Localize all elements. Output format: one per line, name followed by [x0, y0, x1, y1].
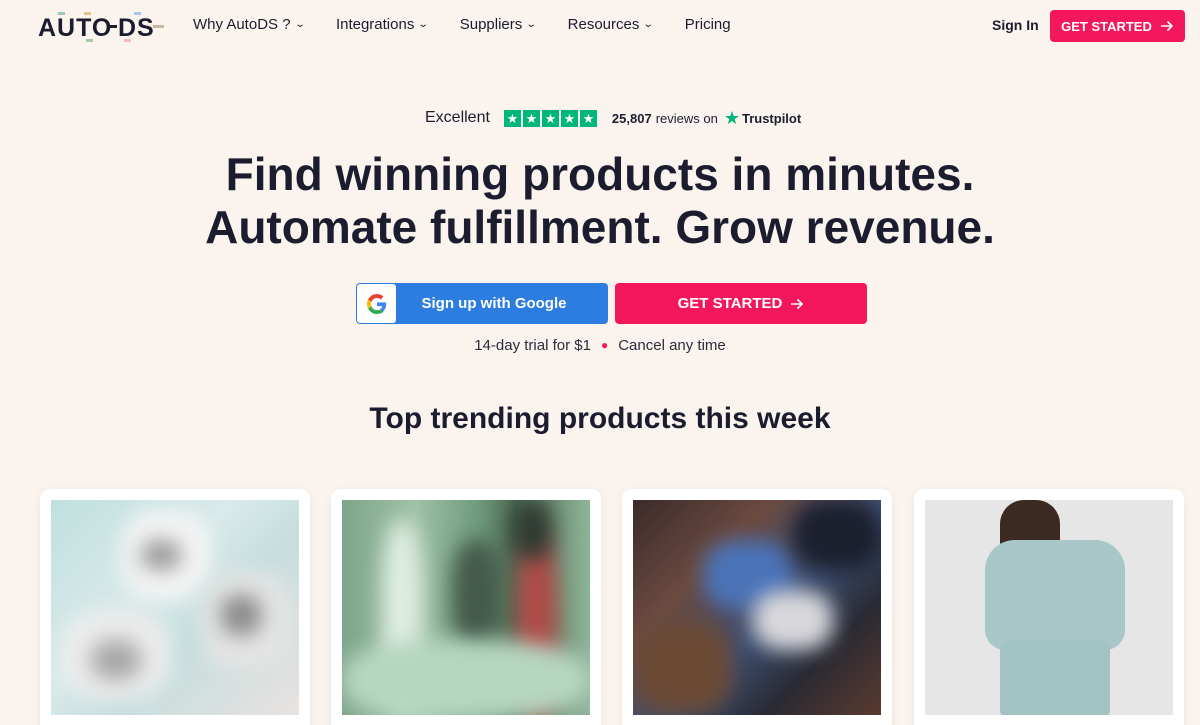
svg-text:DS: DS — [118, 14, 155, 42]
rating-word: Excellent — [425, 109, 490, 126]
product-image — [51, 500, 299, 715]
star-icon: ★ — [560, 109, 578, 127]
nav-links: Why AutoDS ? ⌄ Integrations ⌄ Suppliers … — [193, 16, 763, 33]
svg-text:AUTO: AUTO — [38, 14, 112, 42]
star-icon: ★ — [503, 109, 521, 127]
star-icon: ★ — [579, 109, 597, 127]
trustpilot-brand: Trustpilot — [741, 110, 802, 126]
chevron-down-icon: ⌄ — [526, 19, 537, 30]
nav-why-autods[interactable]: Why AutoDS ? ⌄ — [193, 16, 306, 33]
nav-integrations-label: Integrations — [335, 16, 415, 33]
star-icon: ★ — [522, 109, 540, 127]
model-sweatpants — [1000, 640, 1110, 715]
headline-line-1: Find winning products in minutes. — [225, 148, 975, 200]
hero-headline: Find winning products in minutes. Automa… — [0, 148, 1200, 254]
google-signup-label: Sign up with Google — [421, 295, 567, 312]
nav-resources[interactable]: Resources ⌄ — [567, 16, 655, 33]
trustpilot-star-icon: ★ — [723, 107, 740, 128]
autods-logo[interactable]: AUTO DS — [38, 12, 166, 42]
product-card[interactable] — [914, 489, 1184, 725]
trial-text: 14-day trial for $1 — [474, 337, 591, 354]
sign-in-link[interactable]: Sign In — [992, 17, 1039, 33]
chevron-down-icon: ⌄ — [418, 19, 429, 30]
model-sweatshirt — [985, 540, 1125, 650]
review-count: 25,807 — [611, 110, 652, 126]
product-image — [633, 500, 881, 715]
nav-get-started-button[interactable]: GET STARTED — [1050, 10, 1185, 42]
chevron-down-icon: ⌄ — [294, 19, 306, 30]
product-card[interactable] — [331, 489, 601, 725]
cancel-text: Cancel any time — [618, 337, 726, 354]
arrow-right-icon — [791, 298, 804, 309]
nav-get-started-label: GET STARTED — [1061, 18, 1152, 34]
hero-get-started-label: GET STARTED — [677, 295, 783, 312]
arrow-right-icon — [1160, 20, 1174, 32]
trending-section-title: Top trending products this week — [369, 402, 831, 435]
product-image — [925, 500, 1173, 715]
rating-stars: ★ ★ ★ ★ ★ — [503, 109, 597, 127]
autods-logo-mark: AUTO DS — [38, 12, 164, 42]
reviews-on-text: reviews on — [655, 110, 718, 126]
trial-info: 14-day trial for $1 ● Cancel any time — [0, 337, 1200, 354]
product-card[interactable] — [622, 489, 892, 725]
star-icon: ★ — [541, 109, 559, 127]
nav-suppliers-label: Suppliers — [459, 16, 523, 33]
google-signup-button[interactable]: Sign up with Google — [356, 283, 608, 324]
trustpilot-rating[interactable]: Excellent ★ ★ ★ ★ ★ 25,807 reviews on ★ … — [425, 108, 801, 128]
top-navigation: AUTO DS Why AutoDS ? ⌄ Integrations ⌄ Su… — [0, 0, 1200, 54]
nav-pricing-label: Pricing — [684, 16, 731, 33]
product-card[interactable] — [40, 489, 310, 725]
chevron-down-icon: ⌄ — [643, 19, 655, 30]
nav-pricing[interactable]: Pricing — [685, 16, 731, 33]
nav-suppliers[interactable]: Suppliers ⌄ — [459, 16, 537, 33]
separator-dot: ● — [600, 338, 609, 352]
product-image — [342, 500, 590, 715]
hero-get-started-button[interactable]: GET STARTED — [615, 283, 867, 324]
nav-why-autods-label: Why AutoDS ? — [193, 16, 291, 33]
google-g-icon — [357, 284, 396, 323]
headline-line-2: Automate fulfillment. Grow revenue. — [205, 201, 995, 253]
nav-resources-label: Resources — [567, 16, 640, 33]
nav-integrations[interactable]: Integrations ⌄ — [335, 16, 429, 33]
